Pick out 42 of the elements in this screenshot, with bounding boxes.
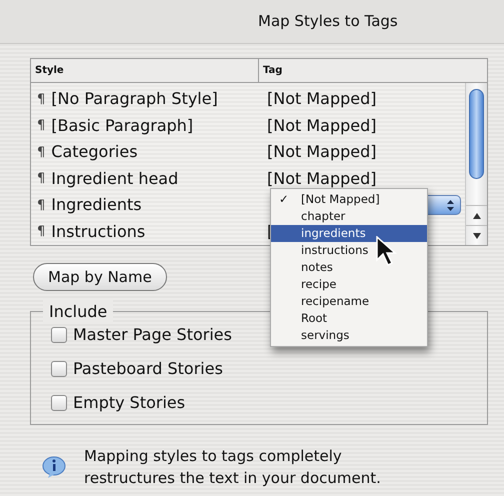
pilcrow-icon: ¶ [37, 169, 46, 188]
menu-item[interactable]: Root [271, 310, 427, 327]
menu-item[interactable]: recipename [271, 293, 427, 310]
style-name[interactable]: Ingredients [51, 193, 142, 218]
menu-item[interactable]: servings [271, 327, 427, 344]
tag-value[interactable]: [Not Mapped] [267, 114, 377, 138]
style-name[interactable]: [No Paragraph Style] [51, 87, 218, 112]
scroll-thumb[interactable] [469, 89, 484, 179]
map-by-name-button[interactable]: Map by Name [33, 263, 167, 291]
style-name[interactable]: [Basic Paragraph] [51, 114, 194, 138]
column-header[interactable]: Style [31, 59, 259, 82]
group-title: Include [43, 300, 114, 324]
stepper-icon [447, 200, 454, 211]
mouse-pointer-icon [376, 236, 398, 268]
tag-value[interactable]: [Not Mapped] [267, 87, 377, 112]
menu-item[interactable]: recipe [271, 276, 427, 293]
style-name[interactable]: Categories [51, 140, 138, 164]
style-name[interactable]: Instructions [51, 220, 146, 244]
pilcrow-icon: ¶ [37, 196, 46, 215]
menu-item[interactable]: chapter [271, 208, 427, 225]
menu-item[interactable]: ingredients [271, 225, 427, 242]
column-header[interactable]: Tag [259, 59, 487, 82]
pilcrow-icon: ¶ [37, 222, 46, 242]
checkbox-label: Master Page Stories [73, 324, 232, 346]
checkbox-label: Empty Stories [73, 392, 186, 414]
tag-value[interactable]: [Not Mapped] [267, 166, 377, 191]
pilcrow-icon: ¶ [37, 116, 46, 136]
menu-item[interactable]: ✓ [Not Mapped] [271, 191, 427, 208]
info-icon [42, 455, 66, 479]
tag-value[interactable]: [Not Mapped] [267, 140, 377, 164]
pilcrow-icon: ¶ [37, 90, 46, 109]
info-message: Mapping styles to tags completely restructures the text in your document. [84, 446, 382, 489]
scrollbar[interactable] [465, 83, 487, 245]
window-title: Map Styles to Tags [258, 11, 398, 32]
checkbox-label: Pasteboard Stories [73, 358, 223, 380]
menu-item[interactable]: instructions [271, 242, 427, 259]
checkbox[interactable] [51, 361, 67, 377]
menu-item[interactable]: notes [271, 259, 427, 276]
checkbox[interactable] [51, 327, 67, 343]
pilcrow-icon: ¶ [37, 142, 46, 162]
style-name[interactable]: Ingredient head [51, 166, 178, 191]
checkbox[interactable] [51, 395, 67, 411]
